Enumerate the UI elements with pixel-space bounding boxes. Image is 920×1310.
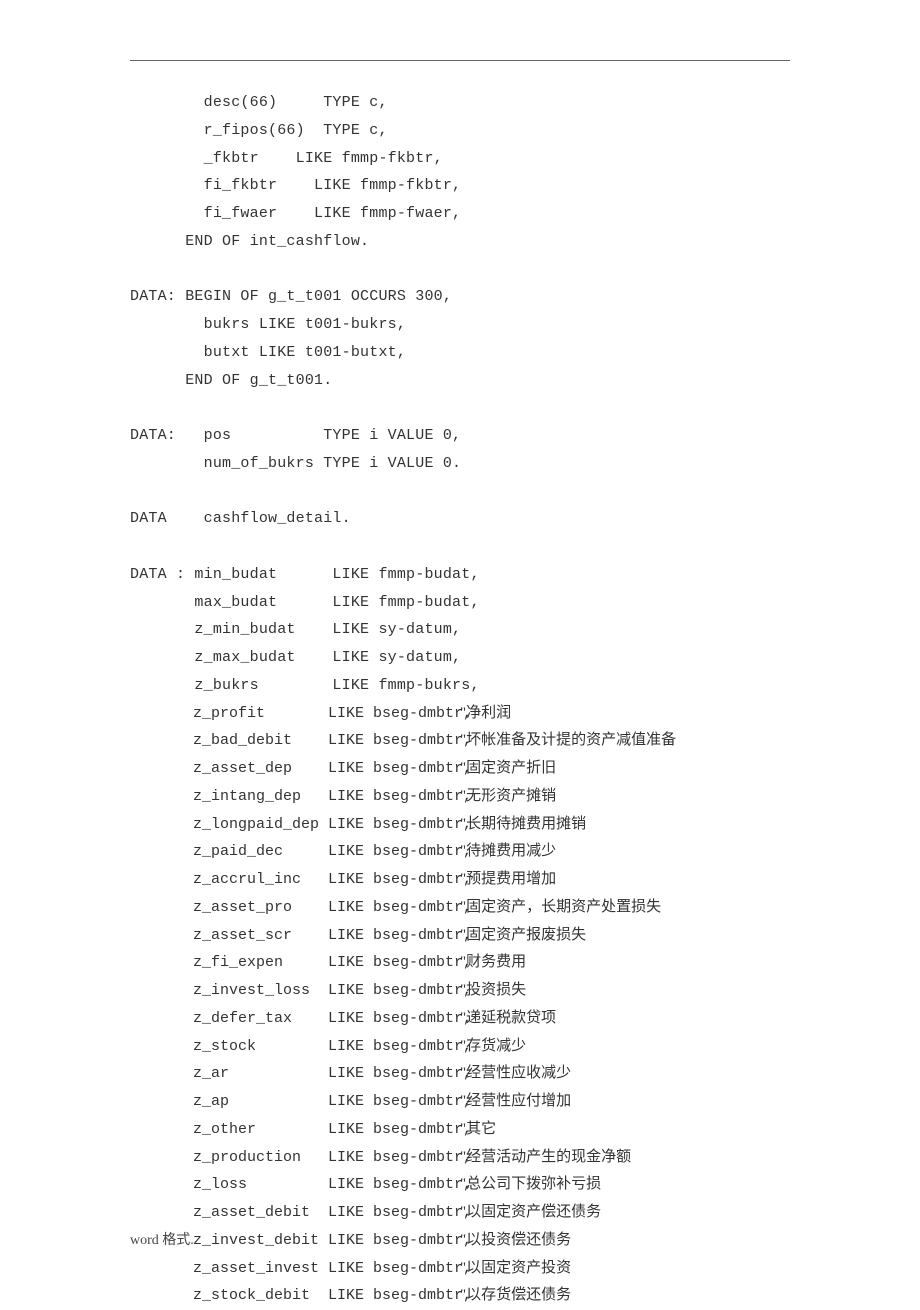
declaration-comment: "以存货偿还债务 bbox=[460, 1282, 571, 1310]
declaration-code: z_intang_dep LIKE bseg-dmbtr, bbox=[130, 783, 460, 811]
declaration-code: z_fi_expen LIKE bseg-dmbtr, bbox=[130, 949, 460, 977]
declaration-code: z_other LIKE bseg-dmbtr, bbox=[130, 1116, 460, 1144]
declaration-row: z_intang_dep LIKE bseg-dmbtr,"无形资产摊销 bbox=[130, 783, 790, 811]
declaration-row: z_profit LIKE bseg-dmbtr,"净利润 bbox=[130, 700, 790, 728]
declaration-code: z_bad_debit LIKE bseg-dmbtr, bbox=[130, 727, 460, 755]
top-divider bbox=[130, 60, 790, 61]
declaration-row: z_paid_dec LIKE bseg-dmbtr,"待摊费用减少 bbox=[130, 838, 790, 866]
declaration-comment: "存货减少 bbox=[460, 1033, 526, 1061]
declaration-code: z_asset_debit LIKE bseg-dmbtr, bbox=[130, 1199, 460, 1227]
declaration-comment: "预提费用增加 bbox=[460, 866, 556, 894]
declaration-comment: "经营性应收减少 bbox=[460, 1060, 571, 1088]
declaration-row: z_longpaid_dep LIKE bseg-dmbtr,"长期待摊费用摊销 bbox=[130, 811, 790, 839]
declaration-code: z_stock_debit LIKE bseg-dmbtr, bbox=[130, 1282, 460, 1310]
declaration-comment: "以固定资产投资 bbox=[460, 1255, 571, 1283]
declaration-row: z_stock_debit LIKE bseg-dmbtr,"以存货偿还债务 bbox=[130, 1282, 790, 1310]
declaration-comment: "固定资产报废损失 bbox=[460, 922, 586, 950]
data-declarations-with-comments: z_profit LIKE bseg-dmbtr,"净利润 z_bad_debi… bbox=[130, 700, 790, 1310]
declaration-code: z_ar LIKE bseg-dmbtr, bbox=[130, 1060, 460, 1088]
declaration-row: z_asset_scr LIKE bseg-dmbtr,"固定资产报废损失 bbox=[130, 922, 790, 950]
declaration-row: z_loss LIKE bseg-dmbtr,"总公司下拨弥补亏损 bbox=[130, 1171, 790, 1199]
declaration-code: z_longpaid_dep LIKE bseg-dmbtr, bbox=[130, 811, 460, 839]
declaration-code: z_asset_dep LIKE bseg-dmbtr, bbox=[130, 755, 460, 783]
code-block-4: DATA cashflow_detail. bbox=[130, 505, 790, 533]
declaration-code: z_invest_loss LIKE bseg-dmbtr, bbox=[130, 977, 460, 1005]
declaration-comment: "固定资产折旧 bbox=[460, 755, 556, 783]
declaration-comment: "以固定资产偿还债务 bbox=[460, 1199, 601, 1227]
declaration-row: z_defer_tax LIKE bseg-dmbtr,"递延税款贷项 bbox=[130, 1005, 790, 1033]
code-block-2: DATA: BEGIN OF g_t_t001 OCCURS 300, bukr… bbox=[130, 283, 790, 394]
declaration-comment: "无形资产摊销 bbox=[460, 783, 556, 811]
declaration-row: z_ar LIKE bseg-dmbtr,"经营性应收减少 bbox=[130, 1060, 790, 1088]
declaration-comment: "经营性应付增加 bbox=[460, 1088, 571, 1116]
declaration-code: z_ap LIKE bseg-dmbtr, bbox=[130, 1088, 460, 1116]
declaration-row: z_asset_dep LIKE bseg-dmbtr,"固定资产折旧 bbox=[130, 755, 790, 783]
declaration-row: z_production LIKE bseg-dmbtr,"经营活动产生的现金净… bbox=[130, 1144, 790, 1172]
declaration-comment: "总公司下拨弥补亏损 bbox=[460, 1171, 601, 1199]
code-block-3: DATA: pos TYPE i VALUE 0, num_of_bukrs T… bbox=[130, 422, 790, 478]
declaration-row: z_asset_pro LIKE bseg-dmbtr,"固定资产，长期资产处置… bbox=[130, 894, 790, 922]
footer-text: word 格式. bbox=[130, 1228, 194, 1254]
declaration-code: z_asset_invest LIKE bseg-dmbtr, bbox=[130, 1255, 460, 1283]
declaration-code: z_asset_pro LIKE bseg-dmbtr, bbox=[130, 894, 460, 922]
declaration-comment: "其它 bbox=[460, 1116, 496, 1144]
declaration-comment: "财务费用 bbox=[460, 949, 526, 977]
declaration-code: z_paid_dec LIKE bseg-dmbtr, bbox=[130, 838, 460, 866]
declaration-row: z_ap LIKE bseg-dmbtr,"经营性应付增加 bbox=[130, 1088, 790, 1116]
declaration-row: z_bad_debit LIKE bseg-dmbtr,"坏帐准备及计提的资产减… bbox=[130, 727, 790, 755]
code-block-1: desc(66) TYPE c, r_fipos(66) TYPE c, _fk… bbox=[130, 89, 790, 256]
declaration-code: z_stock LIKE bseg-dmbtr, bbox=[130, 1033, 460, 1061]
declaration-code: z_profit LIKE bseg-dmbtr, bbox=[130, 700, 460, 728]
declaration-row: z_accrul_inc LIKE bseg-dmbtr,"预提费用增加 bbox=[130, 866, 790, 894]
declaration-comment: "净利润 bbox=[460, 700, 511, 728]
declaration-code: z_production LIKE bseg-dmbtr, bbox=[130, 1144, 460, 1172]
declaration-code: z_asset_scr LIKE bseg-dmbtr, bbox=[130, 922, 460, 950]
declaration-code: z_defer_tax LIKE bseg-dmbtr, bbox=[130, 1005, 460, 1033]
declaration-code: z_accrul_inc LIKE bseg-dmbtr, bbox=[130, 866, 460, 894]
declaration-row: z_invest_loss LIKE bseg-dmbtr,"投资损失 bbox=[130, 977, 790, 1005]
declaration-comment: "坏帐准备及计提的资产减值准备 bbox=[460, 727, 676, 755]
declaration-comment: "投资损失 bbox=[460, 977, 526, 1005]
declaration-comment: "固定资产，长期资产处置损失 bbox=[460, 894, 661, 922]
declaration-row: z_asset_debit LIKE bseg-dmbtr,"以固定资产偿还债务 bbox=[130, 1199, 790, 1227]
declaration-row: z_invest_debit LIKE bseg-dmbtr,"以投资偿还债务 bbox=[130, 1227, 790, 1255]
code-block-5-head: DATA : min_budat LIKE fmmp-budat, max_bu… bbox=[130, 561, 790, 700]
declaration-comment: "经营活动产生的现金净额 bbox=[460, 1144, 631, 1172]
declaration-row: z_stock LIKE bseg-dmbtr,"存货减少 bbox=[130, 1033, 790, 1061]
declaration-comment: "待摊费用减少 bbox=[460, 838, 556, 866]
declaration-row: z_fi_expen LIKE bseg-dmbtr,"财务费用 bbox=[130, 949, 790, 977]
declaration-comment: "长期待摊费用摊销 bbox=[460, 811, 586, 839]
declaration-row: z_other LIKE bseg-dmbtr,"其它 bbox=[130, 1116, 790, 1144]
declaration-comment: "以投资偿还债务 bbox=[460, 1227, 571, 1255]
declaration-row: z_asset_invest LIKE bseg-dmbtr,"以固定资产投资 bbox=[130, 1255, 790, 1283]
declaration-code: z_loss LIKE bseg-dmbtr, bbox=[130, 1171, 460, 1199]
declaration-comment: "递延税款贷项 bbox=[460, 1005, 556, 1033]
